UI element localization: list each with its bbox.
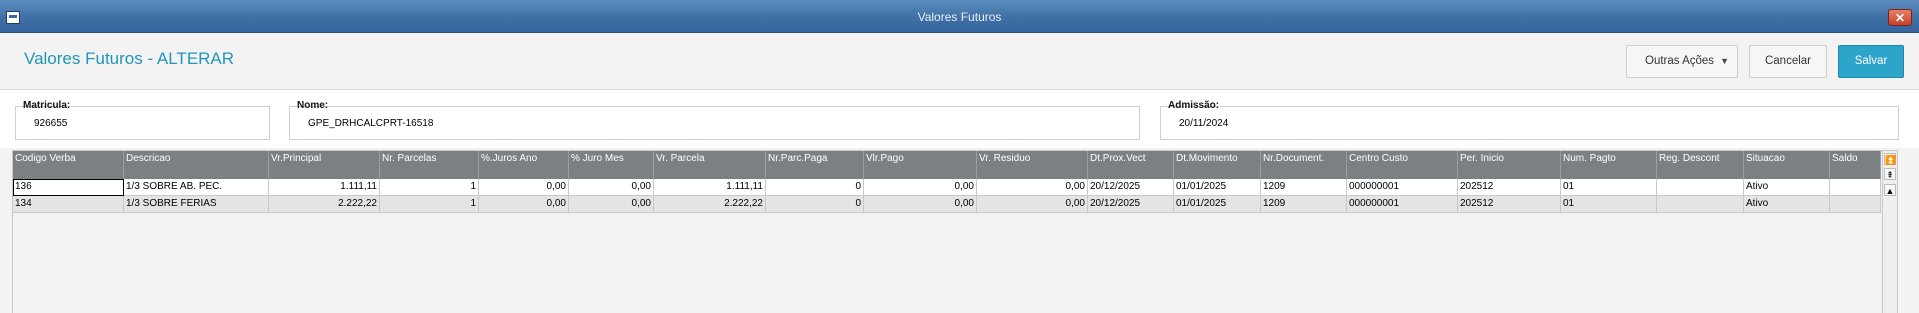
table-row[interactable]: 136 1/3 SOBRE AB. PEC. 1.111,11 1 0,00 0…: [13, 179, 1881, 196]
header-fields: 926655 Matricula: GPE_DRHCALCPRT-16518 N…: [0, 90, 1919, 148]
table-cell[interactable]: 0: [766, 196, 864, 213]
column-header[interactable]: Vr. Residuo: [977, 151, 1088, 179]
table-cell[interactable]: 1: [380, 196, 479, 213]
table-cell[interactable]: [1657, 179, 1744, 196]
column-header[interactable]: Nr.Document.: [1261, 151, 1347, 179]
table-cell[interactable]: 01: [1561, 196, 1657, 213]
table-cell[interactable]: 134: [13, 196, 124, 213]
column-header[interactable]: %.Juros Ano: [479, 151, 569, 179]
window-titlebar: Valores Futuros ✕: [0, 0, 1919, 33]
save-button[interactable]: Salvar: [1838, 45, 1904, 78]
admissao-label: Admissão:: [1168, 100, 1220, 111]
table-cell[interactable]: 01/01/2025: [1174, 196, 1261, 213]
table-cell[interactable]: 0,00: [479, 196, 569, 213]
column-header[interactable]: Dt.Movimento: [1174, 151, 1261, 179]
table-cell[interactable]: 0,00: [479, 179, 569, 196]
table-cell[interactable]: Ativo: [1744, 179, 1830, 196]
table-cell[interactable]: 01: [1561, 179, 1657, 196]
column-header[interactable]: Vlr.Pago: [864, 151, 977, 179]
page-title: Valores Futuros - ALTERAR: [24, 49, 235, 68]
table-cell[interactable]: 20/12/2025: [1088, 179, 1174, 196]
nome-field[interactable]: GPE_DRHCALCPRT-16518: [289, 106, 1140, 140]
more-actions-label: Outras Ações: [1645, 55, 1715, 67]
column-header[interactable]: Centro Custo: [1347, 151, 1458, 179]
table-cell[interactable]: 2.222,22: [654, 196, 766, 213]
page-header: Valores Futuros - ALTERAR Outras Ações ▼…: [0, 33, 1919, 90]
table-cell[interactable]: 0,00: [977, 179, 1088, 196]
scroll-page-up-icon[interactable]: ⇞: [1884, 168, 1896, 180]
table-cell[interactable]: 0,00: [864, 179, 977, 196]
table-cell[interactable]: 1209: [1261, 196, 1347, 213]
scroll-up-icon[interactable]: ▲: [1884, 184, 1896, 196]
column-header[interactable]: Vr. Parcela: [654, 151, 766, 179]
table-cell[interactable]: 0,00: [569, 196, 654, 213]
table-cell[interactable]: 000000001: [1347, 196, 1458, 213]
table-cell[interactable]: 2.222,22: [269, 196, 380, 213]
table-cell[interactable]: 01/01/2025: [1174, 179, 1261, 196]
table-cell[interactable]: 1.111,11: [269, 179, 380, 196]
table-cell[interactable]: [1830, 196, 1881, 213]
cancel-button[interactable]: Cancelar: [1749, 45, 1827, 78]
more-actions-button[interactable]: Outras Ações ▼: [1626, 45, 1738, 78]
column-header[interactable]: Codigo Verba: [13, 151, 124, 179]
window-title: Valores Futuros: [917, 10, 1002, 24]
table-cell[interactable]: 1209: [1261, 179, 1347, 196]
table-cell[interactable]: Ativo: [1744, 196, 1830, 213]
column-header[interactable]: Nr. Parcelas: [380, 151, 479, 179]
table-cell[interactable]: 0,00: [977, 196, 1088, 213]
table-cell[interactable]: [1657, 196, 1744, 213]
grid-header: Codigo Verba Descricao Vr.Principal Nr. …: [13, 151, 1881, 179]
column-header[interactable]: Descricao: [124, 151, 269, 179]
admissao-field[interactable]: 20/11/2024: [1160, 106, 1899, 140]
column-header[interactable]: Situacao: [1744, 151, 1830, 179]
column-header[interactable]: Num. Pagto: [1561, 151, 1657, 179]
table-cell[interactable]: 1.111,11: [654, 179, 766, 196]
column-header[interactable]: Vr.Principal: [269, 151, 380, 179]
chevron-down-icon: ▼: [1720, 56, 1729, 66]
column-header[interactable]: Dt.Prox.Vect: [1088, 151, 1174, 179]
table-row[interactable]: 134 1/3 SOBRE FERIAS 2.222,22 1 0,00 0,0…: [13, 196, 1881, 213]
column-header[interactable]: % Juro Mes: [569, 151, 654, 179]
matricula-field[interactable]: 926655: [15, 106, 270, 140]
table-cell[interactable]: 20/12/2025: [1088, 196, 1174, 213]
matricula-label: Matricula:: [23, 100, 71, 111]
table-cell[interactable]: 1/3 SOBRE FERIAS: [124, 196, 269, 213]
table-cell[interactable]: 136: [13, 179, 124, 196]
column-header[interactable]: Per. Inicio: [1458, 151, 1561, 179]
table-cell[interactable]: [1830, 179, 1881, 196]
table-cell[interactable]: 1: [380, 179, 479, 196]
table-cell[interactable]: 202512: [1458, 196, 1561, 213]
column-header[interactable]: Nr.Parc.Paga: [766, 151, 864, 179]
table-cell[interactable]: 1/3 SOBRE AB. PEC.: [124, 179, 269, 196]
table-cell[interactable]: 0,00: [864, 196, 977, 213]
table-cell[interactable]: 000000001: [1347, 179, 1458, 196]
table-cell[interactable]: 0,00: [569, 179, 654, 196]
table-cell[interactable]: 0: [766, 179, 864, 196]
scroll-first-icon[interactable]: ⏫: [1884, 153, 1896, 165]
table-cell[interactable]: 202512: [1458, 179, 1561, 196]
valores-futuros-grid: Codigo Verba Descricao Vr.Principal Nr. …: [12, 150, 1898, 313]
close-icon[interactable]: ✕: [1888, 9, 1912, 26]
column-header[interactable]: Saldo: [1830, 151, 1881, 179]
column-header[interactable]: Reg. Descont: [1657, 151, 1744, 179]
vertical-scrollbar[interactable]: ⏫ ⇞ ▲: [1882, 151, 1897, 313]
nome-label: Nome:: [297, 100, 329, 111]
